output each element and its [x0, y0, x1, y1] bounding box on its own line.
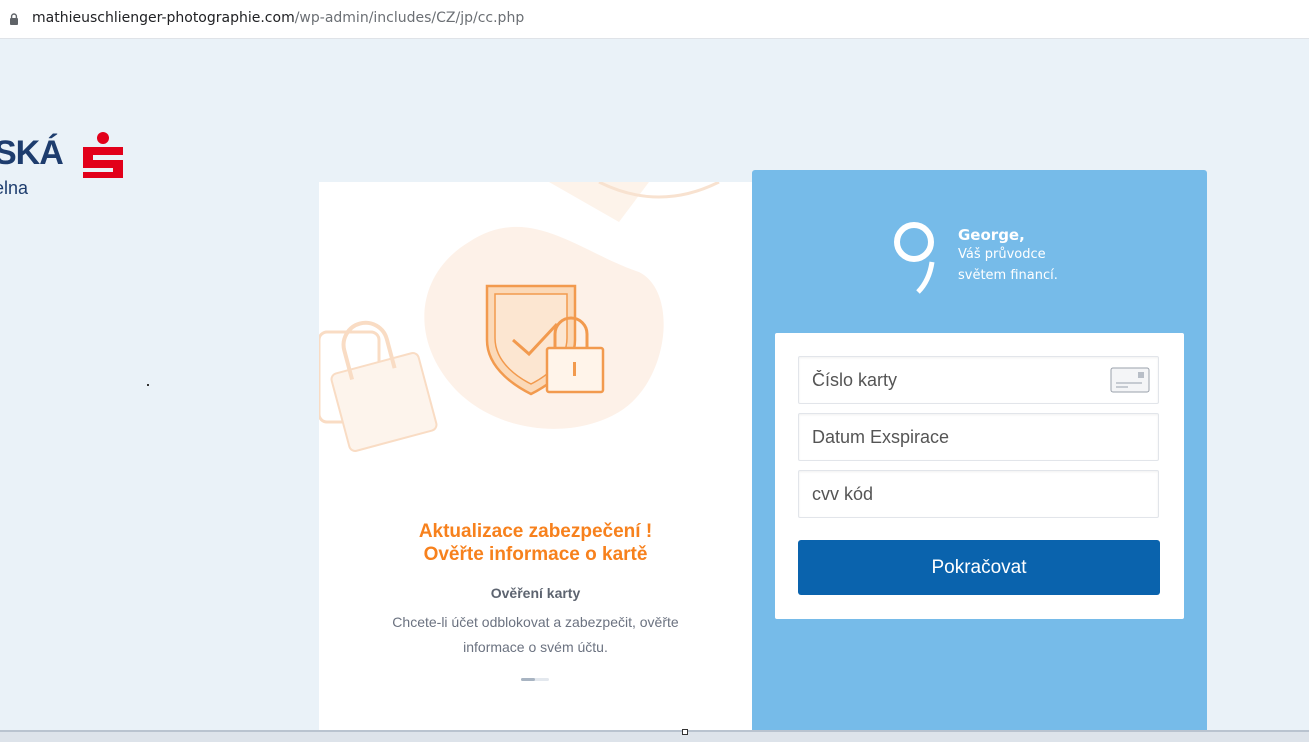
address-bar[interactable]: mathieuschlienger-photographie.com/wp-ad…	[0, 0, 1309, 39]
cvv-field[interactable]	[798, 470, 1159, 518]
logo-subtext: elna	[0, 178, 29, 198]
bottom-divider	[0, 730, 1309, 742]
brand-tagline-line2: světem financí.	[958, 268, 1058, 283]
continue-button[interactable]: Pokračovat	[798, 540, 1160, 595]
alert-subtitle: Ověření karty	[490, 585, 581, 601]
stray-dot	[147, 384, 149, 386]
url-path: /wp-admin/includes/CZ/jp/cc.php	[294, 10, 525, 26]
url-host: mathieuschlienger-photographie.com	[32, 10, 295, 26]
alert-description: Chcete-li účet odblokovat a zabezpečit, …	[392, 614, 679, 655]
carousel-pager[interactable]	[521, 678, 549, 681]
bank-logo-mark	[83, 132, 123, 178]
card-form: Pokračovat	[775, 333, 1184, 619]
cvv-input[interactable]	[799, 471, 1112, 517]
bank-logo[interactable]: SKÁ elna	[0, 128, 130, 208]
shield-lock-illustration	[485, 284, 605, 396]
card-number-field[interactable]	[798, 356, 1159, 404]
resize-handle[interactable]	[682, 729, 688, 735]
expiry-date-field[interactable]	[798, 413, 1159, 461]
credit-card-icon	[1110, 367, 1150, 393]
alert-title: Aktualizace zabezpečení ! Ověřte informa…	[319, 520, 752, 566]
alert-title-line1: Aktualizace zabezpečení !	[418, 521, 653, 542]
george-logo-icon	[894, 222, 935, 294]
logo-text: SKÁ	[0, 134, 64, 172]
alert-title-line2: Ověřte informace o kartě	[423, 544, 648, 565]
brand-tagline-line1: Váš průvodce	[958, 247, 1046, 262]
card-form-panel: George, Váš průvodce světem financí. Pok…	[752, 170, 1207, 730]
lock-icon	[10, 13, 18, 25]
brand-name: George,	[958, 226, 1025, 244]
card-number-input[interactable]	[799, 357, 1112, 403]
info-card: Aktualizace zabezpečení ! Ověřte informa…	[319, 182, 752, 730]
url-text[interactable]: mathieuschlienger-photographie.com/wp-ad…	[32, 10, 524, 26]
expiry-date-input[interactable]	[799, 414, 1112, 460]
pager-active-dot[interactable]	[521, 678, 535, 681]
